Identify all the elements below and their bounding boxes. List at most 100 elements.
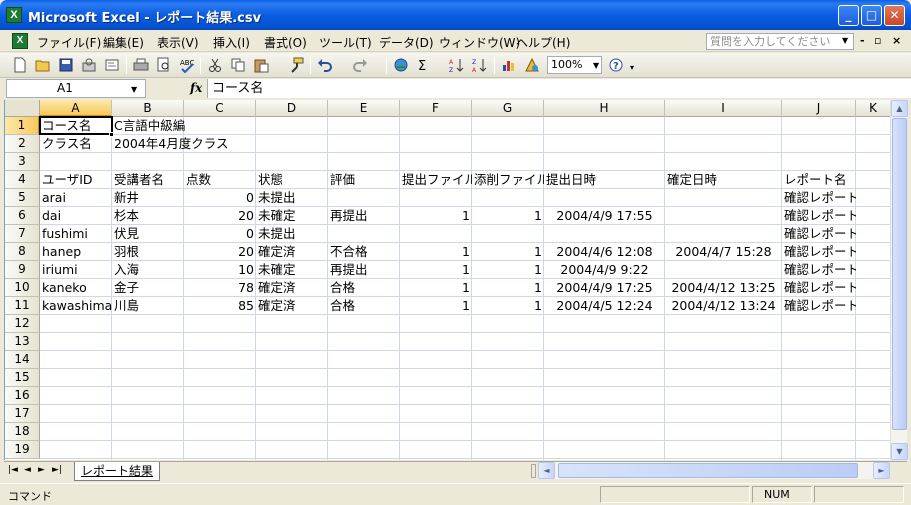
cell[interactable]: 入海 — [112, 261, 184, 279]
chevron-down-icon[interactable]: ▼ — [131, 85, 137, 94]
cell[interactable]: 0 — [184, 225, 256, 243]
cell[interactable]: C言語中級編 — [112, 117, 856, 135]
cell[interactable]: dai — [40, 207, 112, 225]
cell[interactable]: 1 — [472, 279, 544, 297]
cell[interactable]: 確認レポート — [782, 297, 856, 315]
help-icon[interactable]: ? — [608, 57, 624, 73]
scroll-left-button[interactable]: ◄ — [538, 462, 555, 479]
cell[interactable]: 2004/4/5 12:24 — [544, 297, 665, 315]
cell[interactable]: 受講者名 — [112, 171, 184, 189]
cell[interactable]: 確認レポート — [782, 279, 856, 297]
column-header-g[interactable]: G — [472, 100, 544, 117]
cell[interactable]: iriumi — [40, 261, 112, 279]
cell[interactable]: 確認レポート — [782, 207, 856, 225]
row-header[interactable]: 16 — [5, 387, 40, 405]
horizontal-scrollbar[interactable]: ◄ ► — [538, 462, 890, 479]
row-header[interactable]: 15 — [5, 369, 40, 387]
row-header[interactable]: 4 — [5, 171, 40, 189]
column-header-a[interactable]: A — [40, 100, 112, 117]
chevron-down-icon[interactable]: ▼ — [842, 36, 848, 45]
column-header-c[interactable]: C — [184, 100, 256, 117]
cell[interactable]: 確定済 — [256, 297, 328, 315]
menu-help[interactable]: ヘルプ(H) — [516, 34, 570, 51]
cell[interactable]: 2004/4/9 9:22 — [544, 261, 665, 279]
cut-icon[interactable] — [207, 57, 223, 73]
cell[interactable]: 新井 — [112, 189, 184, 207]
cell[interactable]: 不合格 — [328, 243, 400, 261]
cell[interactable]: 85 — [184, 297, 256, 315]
first-sheet-button[interactable]: |◄ — [8, 465, 18, 475]
row-header[interactable]: 2 — [5, 135, 40, 153]
cell[interactable]: 1 — [472, 243, 544, 261]
cell[interactable]: 2004/4/6 12:08 — [544, 243, 665, 261]
column-header-i[interactable]: I — [665, 100, 782, 117]
email-icon[interactable] — [104, 57, 120, 73]
cell[interactable]: 羽根 — [112, 243, 184, 261]
cell[interactable]: fushimi — [40, 225, 112, 243]
cell[interactable]: クラス名 — [40, 135, 112, 153]
excel-icon[interactable]: X — [6, 7, 22, 23]
help-question-input[interactable]: 質問を入力してください — [706, 33, 854, 50]
row-header[interactable]: 10 — [5, 279, 40, 297]
row-header[interactable]: 12 — [5, 315, 40, 333]
cell[interactable]: 2004/4/12 13:24 — [665, 297, 782, 315]
cell[interactable]: 1 — [400, 279, 472, 297]
cell[interactable]: 確認レポート — [782, 189, 856, 207]
menu-window[interactable]: ウィンドウ(W) — [439, 34, 520, 51]
column-header-f[interactable]: F — [400, 100, 472, 117]
print-icon[interactable] — [133, 57, 149, 73]
cell[interactable]: 再提出 — [328, 207, 400, 225]
cell[interactable]: 未確定 — [256, 261, 328, 279]
cell[interactable]: 川島 — [112, 297, 184, 315]
drawing-icon[interactable] — [524, 57, 540, 73]
vertical-scrollbar[interactable]: ▲ ▼ — [890, 100, 908, 460]
cell[interactable]: 1 — [400, 243, 472, 261]
cell[interactable]: 合格 — [328, 297, 400, 315]
column-header-b[interactable]: B — [112, 100, 184, 117]
cell[interactable]: 1 — [400, 261, 472, 279]
row-header[interactable]: 7 — [5, 225, 40, 243]
cell[interactable]: 評価 — [328, 171, 400, 189]
column-header-h[interactable]: H — [544, 100, 665, 117]
next-sheet-button[interactable]: ► — [38, 465, 45, 475]
column-header-e[interactable]: E — [328, 100, 400, 117]
cell[interactable]: 20 — [184, 207, 256, 225]
paste-icon[interactable] — [253, 57, 269, 73]
undo-icon[interactable] — [317, 57, 333, 73]
cell[interactable]: 再提出 — [328, 261, 400, 279]
cell[interactable]: 0 — [184, 189, 256, 207]
new-icon[interactable] — [12, 57, 28, 73]
column-header-j[interactable]: J — [782, 100, 856, 117]
cell[interactable]: 1 — [400, 207, 472, 225]
cell[interactable]: 2004/4/7 15:28 — [665, 243, 782, 261]
cell[interactable]: 金子 — [112, 279, 184, 297]
scroll-up-button[interactable]: ▲ — [891, 100, 908, 117]
cell[interactable]: kaneko — [40, 279, 112, 297]
prev-sheet-button[interactable]: ◄ — [24, 465, 31, 475]
cell[interactable]: 確認レポート — [782, 261, 856, 279]
spreadsheet-grid[interactable]: A B C D E F G H I J K 1 2 3 4 5 6 7 8 9 10 11 12 13 14 15 16 17 18 19… — [4, 100, 890, 460]
column-header-d[interactable]: D — [256, 100, 328, 117]
print-preview-icon[interactable] — [156, 57, 172, 73]
row-header[interactable]: 11 — [5, 297, 40, 315]
workbook-close-button[interactable]: × — [892, 34, 901, 47]
minimize-button[interactable]: _ — [838, 5, 859, 26]
cell[interactable]: 杉本 — [112, 207, 184, 225]
select-all-corner[interactable] — [5, 100, 40, 117]
open-icon[interactable] — [35, 57, 51, 73]
format-painter-icon[interactable] — [288, 57, 304, 73]
horizontal-scroll-thumb[interactable] — [558, 463, 858, 478]
cell[interactable]: 1 — [472, 207, 544, 225]
cell[interactable]: 提出日時 — [544, 171, 665, 189]
cell[interactable]: kawashima — [40, 297, 112, 315]
row-header[interactable]: 5 — [5, 189, 40, 207]
chevron-down-icon[interactable]: ▼ — [593, 61, 599, 70]
cell[interactable]: レポート名 — [782, 171, 856, 189]
hyperlink-icon[interactable] — [393, 57, 409, 73]
row-header[interactable]: 6 — [5, 207, 40, 225]
insert-function-icon[interactable]: fx — [190, 81, 202, 95]
cell[interactable]: 20 — [184, 243, 256, 261]
sort-descending-icon[interactable]: ZA — [472, 57, 488, 73]
redo-icon[interactable] — [352, 57, 368, 73]
workbook-minimize-button[interactable]: - — [860, 34, 865, 47]
